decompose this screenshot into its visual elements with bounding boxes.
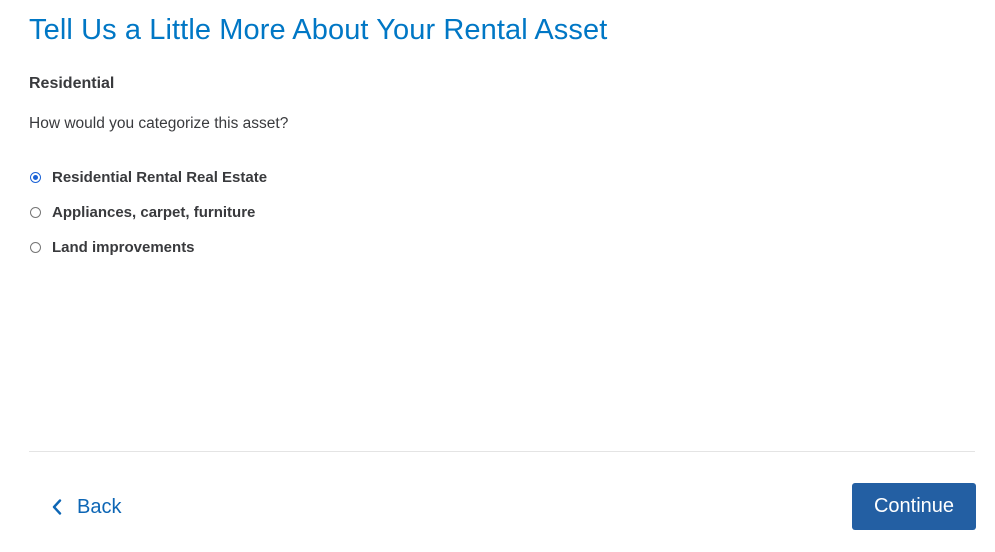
radio-button[interactable] bbox=[30, 242, 41, 253]
page: Tell Us a Little More About Your Rental … bbox=[0, 0, 995, 552]
category-radio-group: Residential Rental Real Estate Appliance… bbox=[29, 160, 267, 265]
asset-type-heading: Residential bbox=[29, 75, 115, 92]
radio-button-selected[interactable] bbox=[30, 172, 41, 183]
radio-option-residential-rental-real-estate[interactable]: Residential Rental Real Estate bbox=[29, 160, 267, 195]
back-button-label[interactable]: Back bbox=[77, 496, 121, 519]
radio-option-appliances-carpet-furniture[interactable]: Appliances, carpet, furniture bbox=[29, 195, 267, 230]
radio-option-label[interactable]: Appliances, carpet, furniture bbox=[52, 204, 255, 221]
category-question: How would you categorize this asset? bbox=[29, 115, 289, 132]
continue-button[interactable]: Continue bbox=[852, 483, 976, 530]
footer-divider bbox=[29, 451, 975, 452]
page-title: Tell Us a Little More About Your Rental … bbox=[29, 14, 608, 46]
radio-option-label[interactable]: Land improvements bbox=[52, 239, 195, 256]
radio-option-label[interactable]: Residential Rental Real Estate bbox=[52, 169, 267, 186]
chevron-left-icon bbox=[52, 499, 62, 515]
radio-option-land-improvements[interactable]: Land improvements bbox=[29, 230, 267, 265]
radio-button[interactable] bbox=[30, 207, 41, 218]
back-button[interactable]: Back bbox=[52, 491, 121, 523]
